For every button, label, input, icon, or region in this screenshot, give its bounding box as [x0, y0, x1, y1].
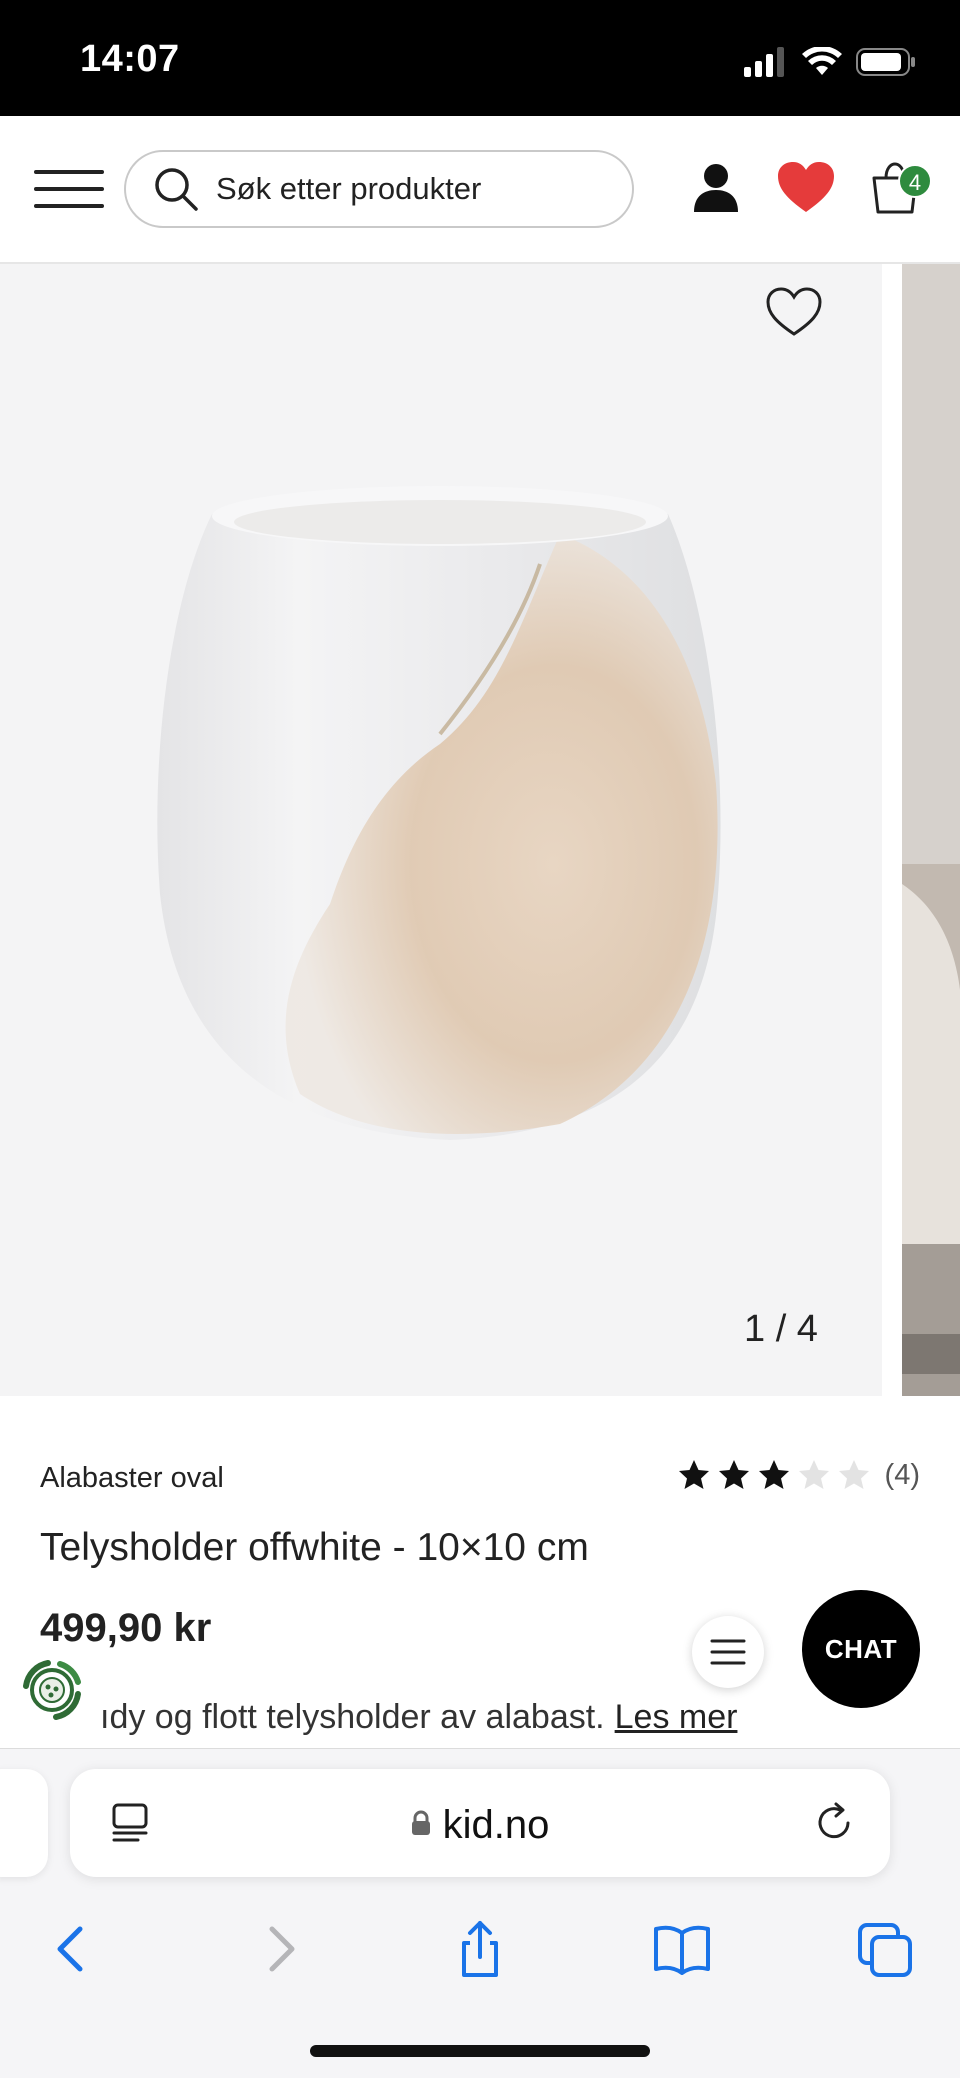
search-input[interactable]: Søk etter produkter [124, 150, 634, 228]
menu-icon-line [34, 204, 104, 208]
star-icon [758, 1460, 789, 1489]
list-icon [710, 1639, 746, 1665]
list-button[interactable] [692, 1616, 764, 1688]
battery-icon [856, 48, 915, 76]
star-icon [718, 1460, 749, 1489]
product-info: Alabaster oval (4) Telysholder offwhite … [0, 1396, 960, 1748]
browser-nav-row [0, 1909, 960, 1989]
home-indicator [310, 2045, 650, 2057]
product-gallery[interactable]: 1 / 4 [0, 264, 960, 1396]
product-image[interactable]: 1 / 4 [0, 264, 882, 1396]
product-rating[interactable]: (4) [677, 1458, 920, 1492]
search-placeholder: Søk etter produkter [216, 171, 482, 206]
product-title: Telysholder offwhite - 10×10 cm [40, 1526, 589, 1569]
product-brand: Alabaster oval [40, 1462, 224, 1494]
url-display: kid.no [70, 1803, 890, 1848]
description-text: ıdy og flott telysholder av alabast. [100, 1698, 605, 1736]
tab-switcher-icon[interactable] [856, 1919, 916, 1979]
cart-button[interactable]: 4 [866, 156, 932, 220]
status-bar: 14:07 [0, 0, 960, 116]
back-icon[interactable] [42, 1919, 102, 1979]
next-slide-preview[interactable] [902, 264, 960, 1396]
forward-icon[interactable] [250, 1919, 310, 1979]
browser-toolbar: kid.no [0, 1748, 960, 2078]
search-icon [155, 168, 198, 211]
product-price: 499,90 kr [40, 1606, 212, 1650]
previous-tab-preview[interactable] [0, 1769, 48, 1877]
status-icons [744, 44, 916, 80]
reload-icon[interactable] [812, 1801, 856, 1845]
next-slide-image [902, 264, 960, 1396]
url-text: kid.no [442, 1803, 550, 1847]
bookmarks-icon[interactable] [652, 1919, 712, 1979]
star-icon [678, 1460, 709, 1489]
address-bar[interactable]: kid.no [70, 1769, 890, 1877]
read-more-link[interactable]: Les mer [615, 1698, 738, 1736]
heart-icon[interactable] [774, 156, 838, 220]
alabaster-candle-holder-image [157, 486, 721, 1140]
rating-count: (4) [884, 1458, 920, 1491]
signal-icon [744, 47, 784, 77]
lock-icon [411, 1810, 430, 1836]
favorite-icon[interactable] [764, 284, 824, 340]
menu-button[interactable] [34, 166, 104, 212]
status-time: 14:07 [80, 38, 180, 80]
menu-icon-line [34, 187, 104, 191]
wifi-icon [802, 47, 842, 75]
slide-counter: 1 / 4 [744, 1308, 818, 1350]
chat-button[interactable]: CHAT [802, 1590, 920, 1708]
star-empty-icon [838, 1460, 869, 1489]
product-description: ıdy og flott telysholder av alabast. Les … [100, 1698, 737, 1737]
menu-icon [34, 170, 104, 174]
share-icon[interactable] [450, 1919, 510, 1979]
star-empty-icon [798, 1460, 829, 1489]
cart-count-badge: 4 [898, 164, 932, 198]
user-icon[interactable] [684, 156, 748, 220]
eco-icon[interactable] [18, 1656, 86, 1724]
site-header: Søk etter produkter 4 [0, 116, 960, 264]
